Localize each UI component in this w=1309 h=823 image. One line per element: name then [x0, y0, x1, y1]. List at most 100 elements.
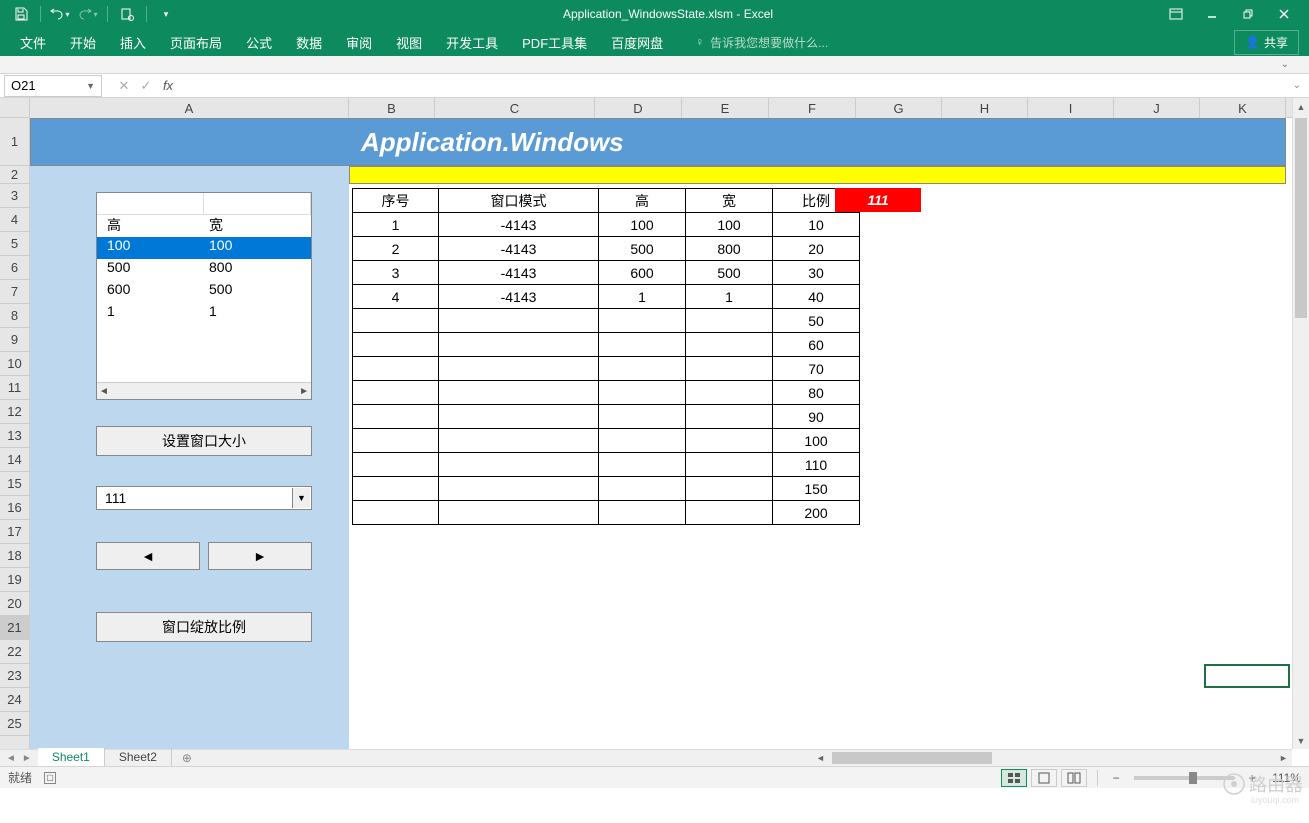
row-header-17[interactable]: 17 [0, 520, 29, 544]
col-header-D[interactable]: D [595, 98, 682, 118]
table-header[interactable]: 序号 [353, 189, 439, 213]
zoom-level[interactable]: 111% [1272, 771, 1301, 785]
zoom-value-combobox[interactable]: 111 ▼ [96, 486, 312, 510]
row-header-4[interactable]: 4 [0, 208, 29, 232]
table-header[interactable]: 高 [599, 189, 686, 213]
set-window-size-button[interactable]: 设置窗口大小 [96, 426, 312, 456]
page-layout-view-button[interactable] [1031, 769, 1057, 787]
accept-formula-button[interactable]: ✓ [136, 76, 156, 96]
row-header-24[interactable]: 24 [0, 688, 29, 712]
scroll-right-icon[interactable]: ► [1275, 750, 1292, 766]
restore-button[interactable] [1231, 3, 1265, 25]
combobox-dropdown-icon[interactable]: ▼ [292, 488, 310, 508]
scroll-right-icon[interactable]: ► [299, 386, 309, 397]
table-row[interactable]: 110 [353, 453, 860, 477]
zoom-out-button[interactable]: − [1108, 771, 1124, 785]
table-row[interactable]: 3-414360050030 [353, 261, 860, 285]
row-header-6[interactable]: 6 [0, 256, 29, 280]
row-header-20[interactable]: 20 [0, 592, 29, 616]
scroll-left-icon[interactable]: ◄ [99, 386, 109, 397]
row-header-3[interactable]: 3 [0, 184, 29, 208]
tell-me-search[interactable]: ♀ 告诉我您想要做什么... [695, 34, 828, 51]
row-header-7[interactable]: 7 [0, 280, 29, 304]
row-header-2[interactable]: 2 [0, 166, 29, 184]
col-header-E[interactable]: E [682, 98, 769, 118]
table-header[interactable]: 窗口模式 [439, 189, 599, 213]
row-header-25[interactable]: 25 [0, 712, 29, 736]
cancel-formula-button[interactable]: ✕ [114, 76, 134, 96]
table-header[interactable]: 宽 [686, 189, 773, 213]
zoom-slider[interactable] [1134, 776, 1234, 780]
name-box-dropdown-icon[interactable]: ▼ [86, 81, 95, 91]
table-row[interactable]: 50 [353, 309, 860, 333]
size-listbox[interactable]: 高宽 10010050080060050011 ◄► [96, 192, 312, 400]
scroll-left-icon[interactable]: ◄ [812, 750, 829, 766]
page-break-view-button[interactable] [1061, 769, 1087, 787]
undo-button[interactable]: ▾ [49, 3, 71, 25]
spin-left-button[interactable]: ◄ [96, 542, 200, 570]
zoom-in-button[interactable]: + [1244, 771, 1260, 785]
row-header-8[interactable]: 8 [0, 304, 29, 328]
ribbon-tab-数据[interactable]: 数据 [284, 28, 334, 57]
horizontal-scrollbar[interactable]: ◄ ► [812, 749, 1292, 766]
scroll-up-icon[interactable]: ▲ [1293, 98, 1309, 115]
row-header-23[interactable]: 23 [0, 664, 29, 688]
table-row[interactable]: 90 [353, 405, 860, 429]
col-header-H[interactable]: H [942, 98, 1028, 118]
listbox-row[interactable]: 600500 [97, 281, 311, 303]
qat-customize[interactable]: ▾ [155, 3, 177, 25]
row-header-22[interactable]: 22 [0, 640, 29, 664]
expand-ribbon-icon[interactable]: ⌄ [1281, 59, 1289, 70]
ribbon-tab-开发工具[interactable]: 开发工具 [434, 28, 510, 57]
zoom-slider-thumb[interactable] [1189, 772, 1197, 784]
yellow-band-cell[interactable] [349, 166, 1286, 184]
row-header-10[interactable]: 10 [0, 352, 29, 376]
col-header-G[interactable]: G [856, 98, 942, 118]
ribbon-tab-视图[interactable]: 视图 [384, 28, 434, 57]
col-header-F[interactable]: F [769, 98, 856, 118]
blue-left-cell[interactable] [30, 166, 349, 184]
col-header-C[interactable]: C [435, 98, 595, 118]
ribbon-tab-PDF工具集[interactable]: PDF工具集 [510, 28, 599, 57]
vscroll-thumb[interactable] [1295, 118, 1307, 318]
row-header-15[interactable]: 15 [0, 472, 29, 496]
row-header-13[interactable]: 13 [0, 424, 29, 448]
window-zoom-ratio-button[interactable]: 窗口绽放比例 [96, 612, 312, 642]
row-header-14[interactable]: 14 [0, 448, 29, 472]
row-header-11[interactable]: 11 [0, 376, 29, 400]
macro-record-icon[interactable]: ▢ [44, 772, 56, 784]
select-all-corner[interactable] [0, 98, 30, 118]
table-row[interactable]: 1-414310010010 [353, 213, 860, 237]
table-row[interactable]: 200 [353, 501, 860, 525]
table-row[interactable]: 100 [353, 429, 860, 453]
table-row[interactable]: 80 [353, 381, 860, 405]
row-header-12[interactable]: 12 [0, 400, 29, 424]
add-sheet-button[interactable]: ⊕ [172, 751, 202, 765]
worksheet-grid[interactable]: ABCDEFGHIJK 1234567891011121314151617181… [0, 98, 1309, 766]
ribbon-tab-百度网盘[interactable]: 百度网盘 [599, 28, 675, 57]
row-header-18[interactable]: 18 [0, 544, 29, 568]
row-header-19[interactable]: 19 [0, 568, 29, 592]
row-header-5[interactable]: 5 [0, 232, 29, 256]
listbox-row[interactable]: 11 [97, 303, 311, 325]
redo-button[interactable]: ▾ [77, 3, 99, 25]
row-header-9[interactable]: 9 [0, 328, 29, 352]
table-row[interactable]: 2-414350080020 [353, 237, 860, 261]
cells-area[interactable]: Application.Windows 高宽 10010050080060050… [30, 118, 1292, 749]
sheet-tab-Sheet2[interactable]: Sheet2 [105, 748, 172, 766]
ribbon-tab-插入[interactable]: 插入 [108, 28, 158, 57]
share-button[interactable]: 👤 共享 [1234, 30, 1299, 55]
hscroll-thumb[interactable] [832, 752, 992, 764]
table-row[interactable]: 60 [353, 333, 860, 357]
windows-data-table[interactable]: 序号窗口模式高宽比例1-4143100100102-4143500800203-… [352, 188, 860, 525]
formula-input[interactable] [186, 75, 1285, 97]
table-row[interactable]: 70 [353, 357, 860, 381]
col-header-K[interactable]: K [1200, 98, 1286, 118]
preview-button[interactable] [116, 3, 138, 25]
row-header-1[interactable]: 1 [0, 118, 29, 166]
ribbon-tab-开始[interactable]: 开始 [58, 28, 108, 57]
ribbon-tab-审阅[interactable]: 审阅 [334, 28, 384, 57]
ribbon-tab-文件[interactable]: 文件 [8, 28, 58, 57]
listbox-hscrollbar[interactable]: ◄► [97, 382, 311, 399]
row-header-21[interactable]: 21 [0, 616, 29, 640]
